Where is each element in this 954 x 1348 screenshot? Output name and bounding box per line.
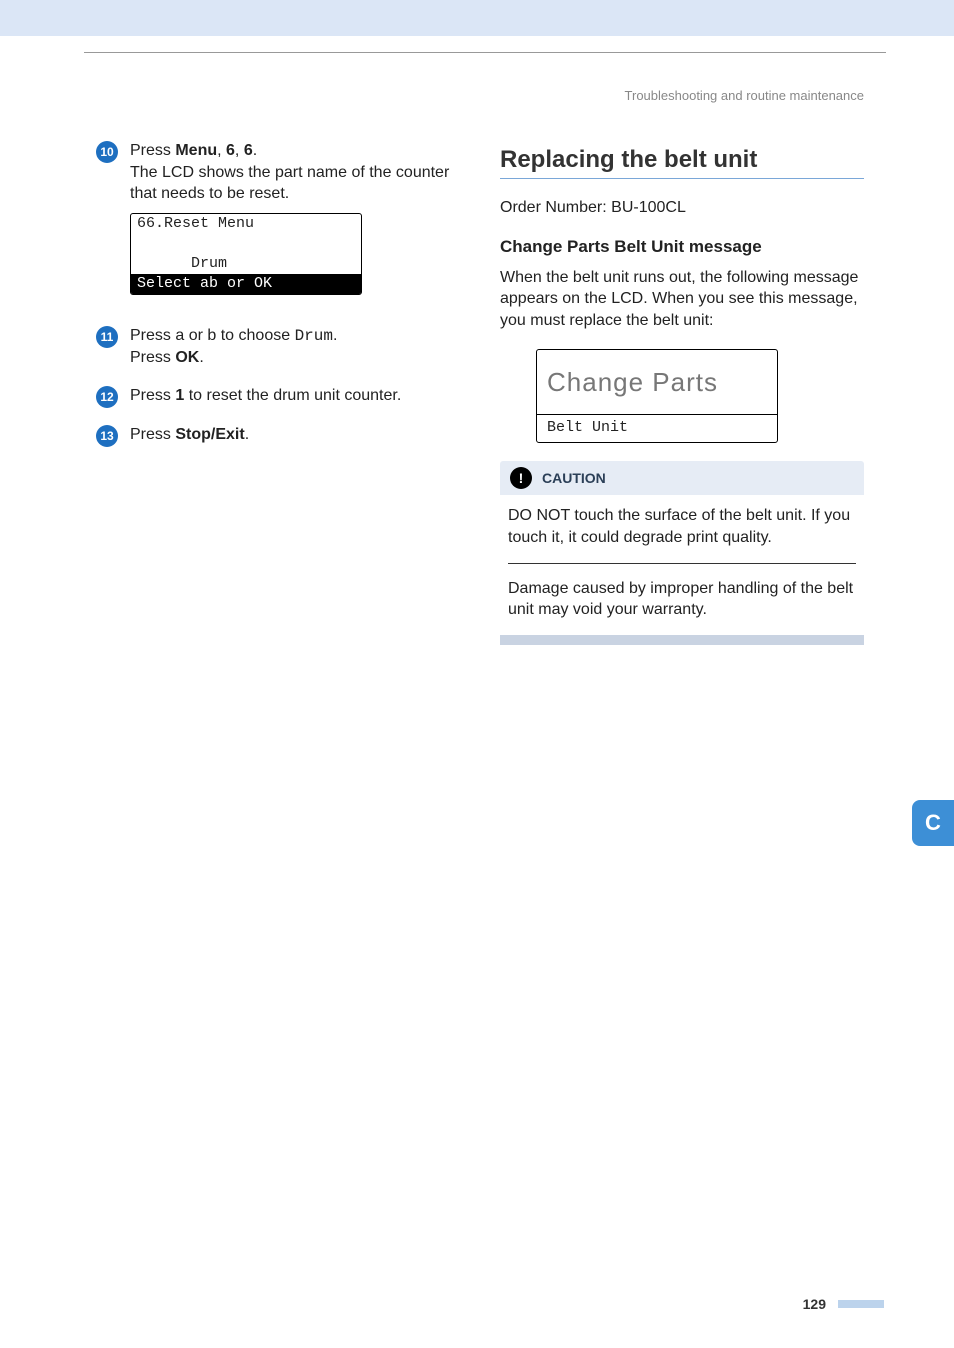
text: Press <box>130 142 175 159</box>
text: . <box>333 327 337 344</box>
step-bullet-11: 11 <box>96 326 118 348</box>
lcd-big-top: Change Parts <box>537 350 777 414</box>
running-head: Troubleshooting and routine maintenance <box>625 88 864 103</box>
lcd-row-inverted: Select ab or OK <box>131 274 361 294</box>
key-1: 1 <box>175 387 184 404</box>
caution-header: ! CAUTION <box>500 461 864 495</box>
lcd-row: 66.Reset Menu <box>131 214 361 234</box>
lcd-row <box>131 234 361 254</box>
caution-body: DO NOT touch the surface of the belt uni… <box>500 495 864 634</box>
step-12: 12 Press 1 to reset the drum unit counte… <box>96 385 460 408</box>
caution-icon: ! <box>510 467 532 489</box>
header-rule <box>84 52 886 53</box>
step-body-13: Press Stop/Exit. <box>130 424 460 446</box>
text: or <box>184 327 207 344</box>
step-10: 10 Press Menu, 6, 6. The LCD shows the p… <box>96 140 460 309</box>
caution-p2: Damage caused by improper handling of th… <box>508 578 856 621</box>
key-6a: 6 <box>226 142 235 159</box>
page-number: 129 <box>803 1296 826 1312</box>
text: , <box>235 142 244 159</box>
page-number-bar <box>838 1300 884 1308</box>
step-bullet-10: 10 <box>96 141 118 163</box>
caution-box: ! CAUTION DO NOT touch the surface of th… <box>500 461 864 644</box>
step-body-10: Press Menu, 6, 6. The LCD shows the part… <box>130 140 460 309</box>
right-column: Replacing the belt unit Order Number: BU… <box>500 140 864 1268</box>
text: , <box>217 142 226 159</box>
section-title: Replacing the belt unit <box>500 146 864 174</box>
content-area: 10 Press Menu, 6, 6. The LCD shows the p… <box>96 140 864 1268</box>
text: to reset the drum unit counter. <box>184 387 401 404</box>
lcd-reset-menu: 66.Reset Menu Drum Select ab or OK <box>130 213 362 295</box>
lcd-option-drum: Drum <box>295 327 333 345</box>
text: . <box>245 426 249 443</box>
step-bullet-13: 13 <box>96 425 118 447</box>
step-10-desc: The LCD shows the part name of the count… <box>130 164 449 203</box>
stop-exit-key: Stop/Exit <box>175 426 244 443</box>
subhead-change-parts: Change Parts Belt Unit message <box>500 237 864 257</box>
caution-p1: DO NOT touch the surface of the belt uni… <box>508 505 856 548</box>
text: Press <box>130 387 175 404</box>
order-number: Order Number: BU-100CL <box>500 197 864 219</box>
step-bullet-12: 12 <box>96 386 118 408</box>
ok-key: OK <box>175 349 199 366</box>
step-body-11: Press a or b to choose Drum. Press OK. <box>130 325 460 369</box>
section-tab: C <box>912 800 954 846</box>
step-body-12: Press 1 to reset the drum unit counter. <box>130 385 460 407</box>
text: . <box>199 349 203 366</box>
step-11: 11 Press a or b to choose Drum. Press OK… <box>96 325 460 369</box>
caution-bottom-bar <box>500 635 864 645</box>
caution-label: CAUTION <box>542 470 606 486</box>
text: Press <box>130 426 175 443</box>
top-blue-strip <box>0 0 954 36</box>
text: . <box>253 142 257 159</box>
section-underline <box>500 178 864 179</box>
caution-divider <box>508 563 856 564</box>
text: Press <box>130 349 175 366</box>
lcd-big-bottom: Belt Unit <box>537 414 777 442</box>
text: to choose <box>216 327 294 344</box>
down-arrow-icon: b <box>207 327 216 344</box>
intro-text: When the belt unit runs out, the followi… <box>500 267 864 332</box>
key-6b: 6 <box>244 142 253 159</box>
lcd-change-parts: Change Parts Belt Unit <box>536 349 778 443</box>
menu-key: Menu <box>175 142 217 159</box>
text: Press <box>130 327 175 344</box>
lcd-row: Drum <box>131 254 361 274</box>
left-column: 10 Press Menu, 6, 6. The LCD shows the p… <box>96 140 460 1268</box>
up-arrow-icon: a <box>175 327 184 344</box>
step-13: 13 Press Stop/Exit. <box>96 424 460 447</box>
